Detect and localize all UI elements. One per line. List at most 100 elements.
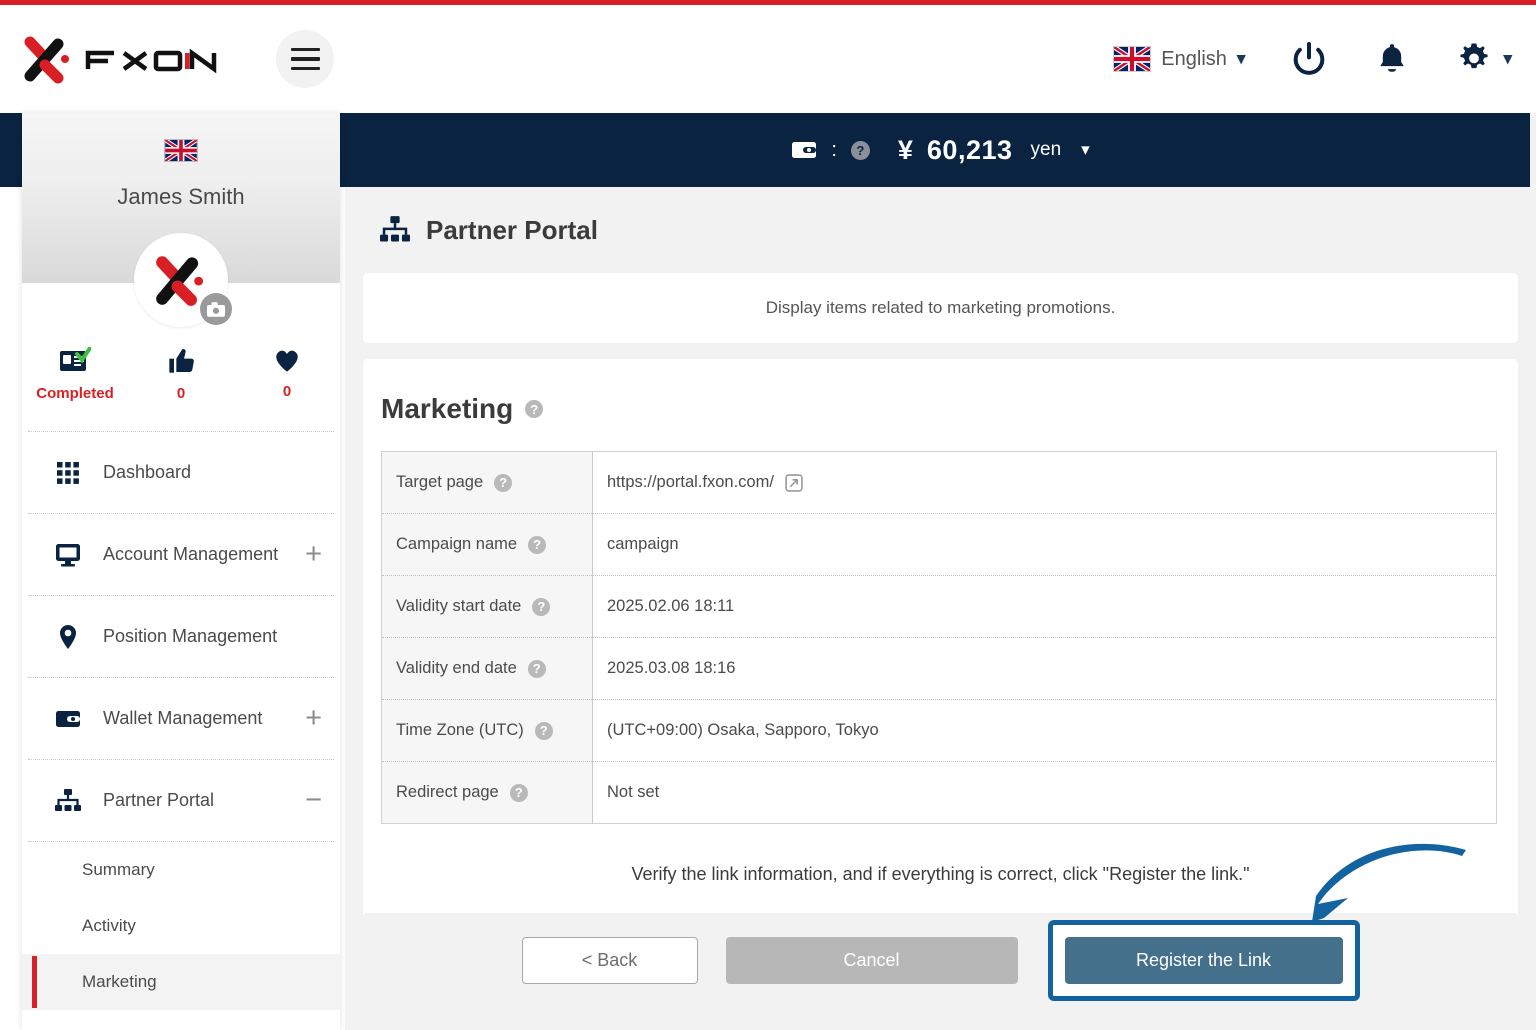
sidebar-subitem-label: Marketing [82,972,157,991]
fxon-wordmark [85,48,217,74]
monitor-icon [52,543,84,567]
sidebar-stats: Completed 0 0 [22,335,340,431]
sidebar-item-wallet-management[interactable]: Wallet Management + [22,678,340,759]
hamburger-icon [290,66,320,71]
chevron-down-icon[interactable]: ▾ [1081,140,1090,160]
table-row: Target page ? https://portal.fxon.com/ [381,451,1497,514]
notifications-button[interactable] [1373,40,1411,78]
scrollbar[interactable] [1530,113,1536,1030]
avatar-upload-button[interactable] [200,293,232,325]
sidebar-item-label: Account Management [103,544,279,564]
stat-label: 0 [176,385,186,402]
balance-separator: : [831,138,837,161]
map-pin-icon [52,624,84,650]
sidebar-item-partner-portal[interactable]: Partner Portal − [22,760,340,841]
table-row: Time Zone (UTC) ? (UTC+09:00) Osaka, Sap… [381,699,1497,762]
help-icon[interactable]: ? [532,597,551,616]
sidebar-item-account-management[interactable]: Account Management + [22,514,340,595]
table-key-label: Target page [396,473,484,491]
table-key-label: Validity end date [396,659,517,677]
expand-icon[interactable]: + [305,704,322,733]
table-key-cell: Target page ? [381,451,593,514]
table-key-label: Campaign name [396,535,518,553]
sidebar-subitem-activity[interactable]: Activity [22,898,340,954]
hamburger-menu-button[interactable] [276,30,334,88]
table-key-cell: Redirect page ? [381,761,593,824]
table-value-cell: https://portal.fxon.com/ [593,452,1497,514]
cancel-button[interactable]: Cancel [725,936,1018,984]
gear-icon [1460,43,1488,69]
table-key-cell: Validity end date ? [381,637,593,700]
brand-logo[interactable] [20,32,234,86]
camera-icon [207,301,225,317]
sidebar-nav: Dashboard Account Management + Position … [22,431,340,1010]
register-highlight: Register the Link [1047,919,1360,1001]
sidebar-item-dashboard[interactable]: Dashboard [22,432,340,513]
section-help-icon[interactable]: ? [525,400,544,418]
table-row: Campaign name ? campaign [381,513,1497,576]
power-button[interactable] [1289,39,1329,79]
table-key-label: Time Zone (UTC) [396,721,524,739]
help-icon[interactable]: ? [509,783,528,802]
fxon-mark-icon [24,36,69,84]
stat-likes: 0 [135,347,227,402]
expand-icon[interactable]: + [305,540,322,569]
sidebar-subitem-marketing[interactable]: Marketing [22,954,340,1010]
uk-flag-icon [1113,46,1152,72]
sidebar-item-label: Position Management [103,626,278,646]
table-value-cell: Not set [592,761,1497,824]
sitemap-icon [52,788,84,813]
stat-label: 0 [282,383,292,400]
thumbs-up-icon [169,349,194,373]
help-icon[interactable]: ? [528,535,547,554]
balance-bar: : ? ¥ 60,213 yen ▾ [345,113,1536,187]
marketing-card: Marketing ? Target page ? https://portal… [363,359,1518,1007]
stat-verification: Completed [29,347,121,402]
id-card-verified-icon [60,347,91,371]
description-card: Display items related to marketing promo… [363,273,1518,343]
currency-symbol: ¥ [897,134,913,165]
sidebar-item-position-management[interactable]: Position Management [22,596,340,677]
app-header: English ▾ ▾ [0,5,1536,113]
currency-label: yen [1030,139,1062,160]
table-key-cell: Validity start date ? [381,575,593,638]
stat-label: Completed [36,385,114,402]
table-key-cell: Time Zone (UTC) ? [381,699,593,762]
sidebar-item-label: Dashboard [103,462,192,482]
sitemap-icon [380,216,410,242]
external-link-icon[interactable] [785,473,803,492]
header-actions: English ▾ ▾ [1113,39,1512,79]
stat-favorites: 0 [241,347,333,400]
sidebar-subitem-label: Summary [82,860,155,879]
section-title: Marketing [381,393,514,424]
sidebar-subitem-label: Activity [82,916,136,935]
user-name: James Smith [117,184,245,209]
settings-button[interactable]: ▾ [1455,40,1512,78]
description-text: Display items related to marketing promo… [765,298,1116,317]
table-value-cell: (UTC+09:00) Osaka, Sapporo, Tokyo [592,699,1497,762]
avatar[interactable] [134,233,232,327]
language-selector[interactable]: English ▾ [1113,46,1245,72]
table-row: Validity end date ? 2025.03.08 18:16 [381,637,1497,700]
sidebar-subitem-summary[interactable]: Summary [22,842,340,898]
balance-help-icon[interactable]: ? [850,140,870,160]
wallet-icon [52,709,84,729]
page-header: Partner Portal [363,187,1518,273]
page-title: Partner Portal [426,214,598,245]
help-icon[interactable]: ? [494,473,513,492]
register-the-link-button[interactable]: Register the Link [1064,936,1343,984]
help-icon[interactable]: ? [534,721,553,740]
table-key-cell: Campaign name ? [381,513,593,576]
help-icon[interactable]: ? [527,659,546,678]
chevron-down-icon[interactable]: ▾ [1503,49,1512,69]
power-icon [1294,42,1325,75]
wallet-icon [792,142,817,158]
hamburger-icon [290,47,320,52]
collapse-icon[interactable]: − [305,786,322,815]
marketing-info-table: Target page ? https://portal.fxon.com/ C… [381,451,1497,824]
heart-icon [276,350,298,372]
table-row: Validity start date ? 2025.02.06 18:11 [381,575,1497,638]
back-button[interactable]: < Back [521,936,698,984]
chevron-down-icon[interactable]: ▾ [1237,49,1246,69]
verify-note: Verify the link information, and if ever… [631,864,1250,884]
